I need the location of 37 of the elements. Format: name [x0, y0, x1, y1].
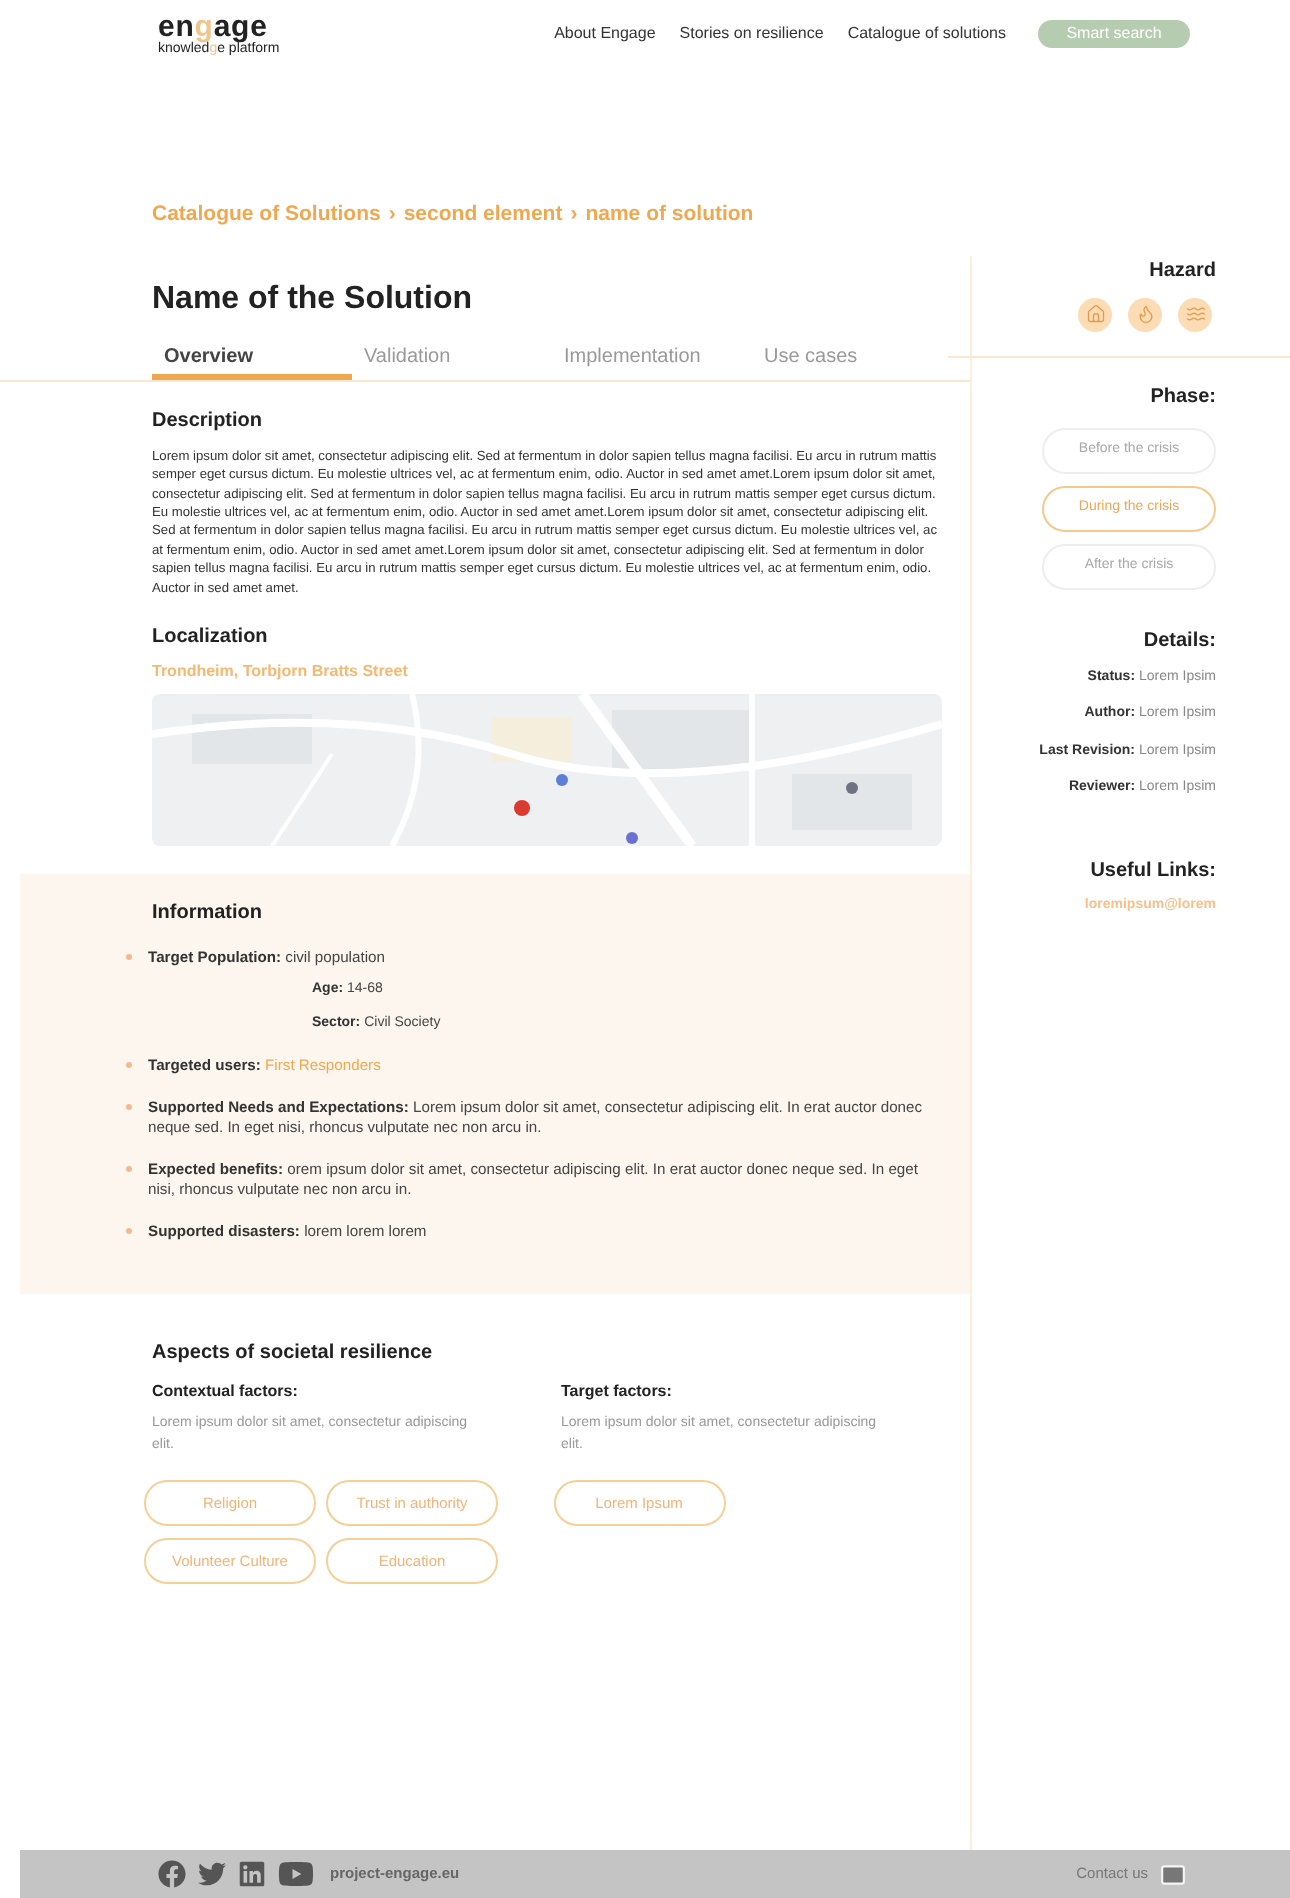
- nav-link[interactable]: About Engage: [554, 22, 656, 46]
- breadcrumb-separator: ›: [570, 200, 578, 230]
- linkedin-icon[interactable]: [238, 1860, 266, 1888]
- house-icon[interactable]: [1078, 297, 1112, 332]
- nav-link[interactable]: Stories on resilience: [679, 22, 824, 46]
- tab[interactable]: Implementation: [552, 339, 752, 380]
- section-heading: Information: [152, 900, 264, 928]
- breadcrumb-separator: ›: [388, 200, 396, 230]
- bullet-icon: [126, 1104, 132, 1110]
- hazard-heading: Hazard: [1149, 257, 1216, 286]
- solution-title: Name of the Solution: [150, 279, 474, 316]
- phase-heading: Phase:: [1150, 383, 1216, 412]
- breadcrumb-link[interactable]: Catalogue of Solutions: [152, 200, 381, 232]
- address-text: Trondheim, Torbjorn Bratts Street: [152, 660, 410, 684]
- tab[interactable]: Use cases: [752, 339, 952, 380]
- logo-wordmark[interactable]: engage: [158, 12, 280, 42]
- tab[interactable]: Overview: [152, 339, 352, 380]
- section-heading: Description: [152, 407, 265, 436]
- nav-link[interactable]: Catalogue of solutions: [847, 22, 1006, 46]
- waves-icon[interactable]: [1178, 297, 1212, 332]
- factor-heading: Target factors:: [561, 1380, 674, 1404]
- details-heading: Details:: [1143, 627, 1216, 656]
- youtube-icon[interactable]: [278, 1856, 314, 1892]
- bullet-icon: [126, 1228, 132, 1234]
- breadcrumb-link[interactable]: name of solution: [585, 200, 754, 232]
- bullet-icon: [126, 1062, 132, 1068]
- twitter-icon[interactable]: [198, 1860, 226, 1888]
- facebook-icon[interactable]: [158, 1860, 186, 1888]
- smart-search-button[interactable]: Smart search: [1038, 20, 1190, 48]
- links-heading: Useful Links:: [1090, 857, 1216, 886]
- section-heading: Aspects of societal resilience: [152, 1340, 435, 1368]
- section-heading: Localization: [152, 624, 270, 652]
- factor-heading: Contextual factors:: [152, 1380, 300, 1404]
- tab[interactable]: Validation: [352, 339, 552, 380]
- bullet-icon: [126, 954, 132, 960]
- breadcrumb-link[interactable]: second element: [403, 200, 563, 232]
- bullet-icon: [126, 1166, 132, 1172]
